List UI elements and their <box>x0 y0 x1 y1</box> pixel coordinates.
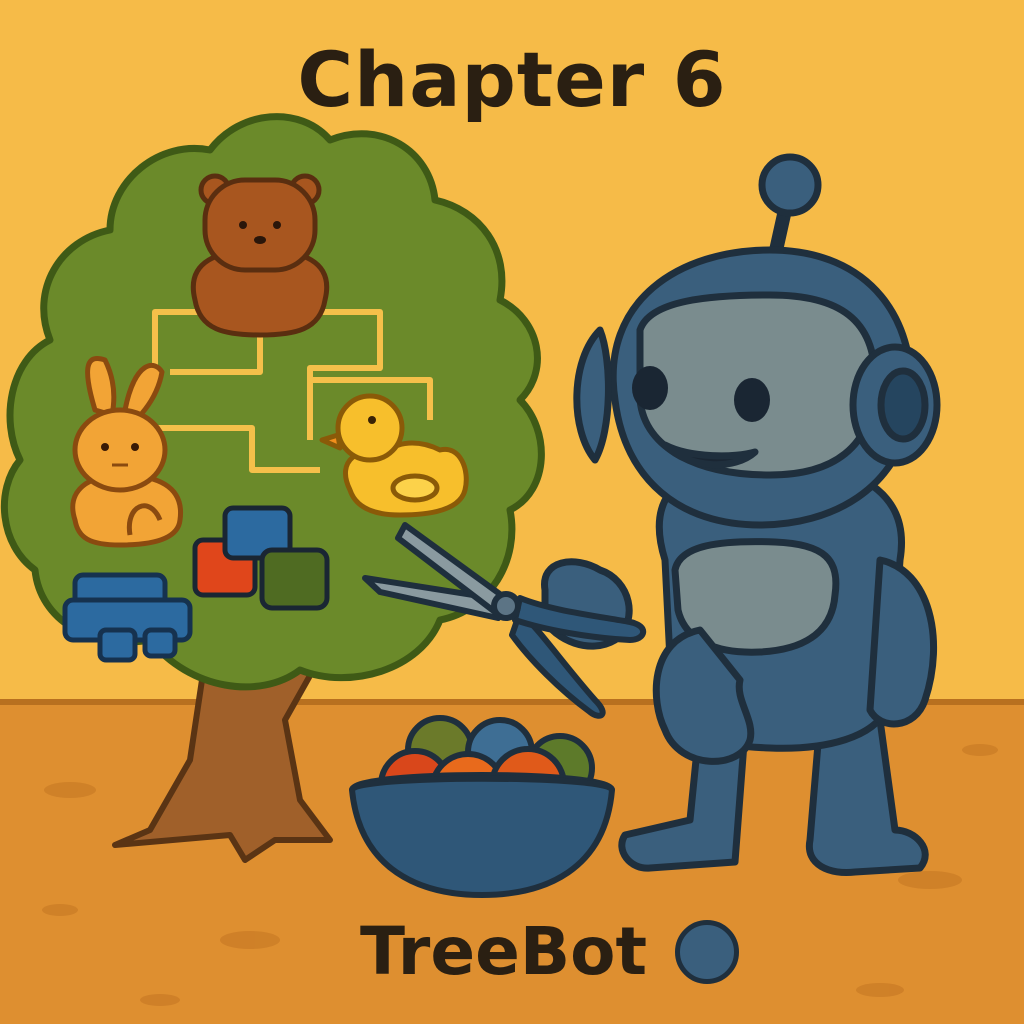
teddy-bear-icon <box>190 173 330 338</box>
caption-row: TreeBot <box>360 912 740 992</box>
robot-name-caption: TreeBot <box>360 913 648 990</box>
circle-dot-icon <box>675 920 740 984</box>
book-cover: Chapter 6 TreeBot <box>0 0 1024 1024</box>
chapter-title: Chapter 6 <box>297 35 727 124</box>
cover-illustration <box>0 0 1024 1024</box>
